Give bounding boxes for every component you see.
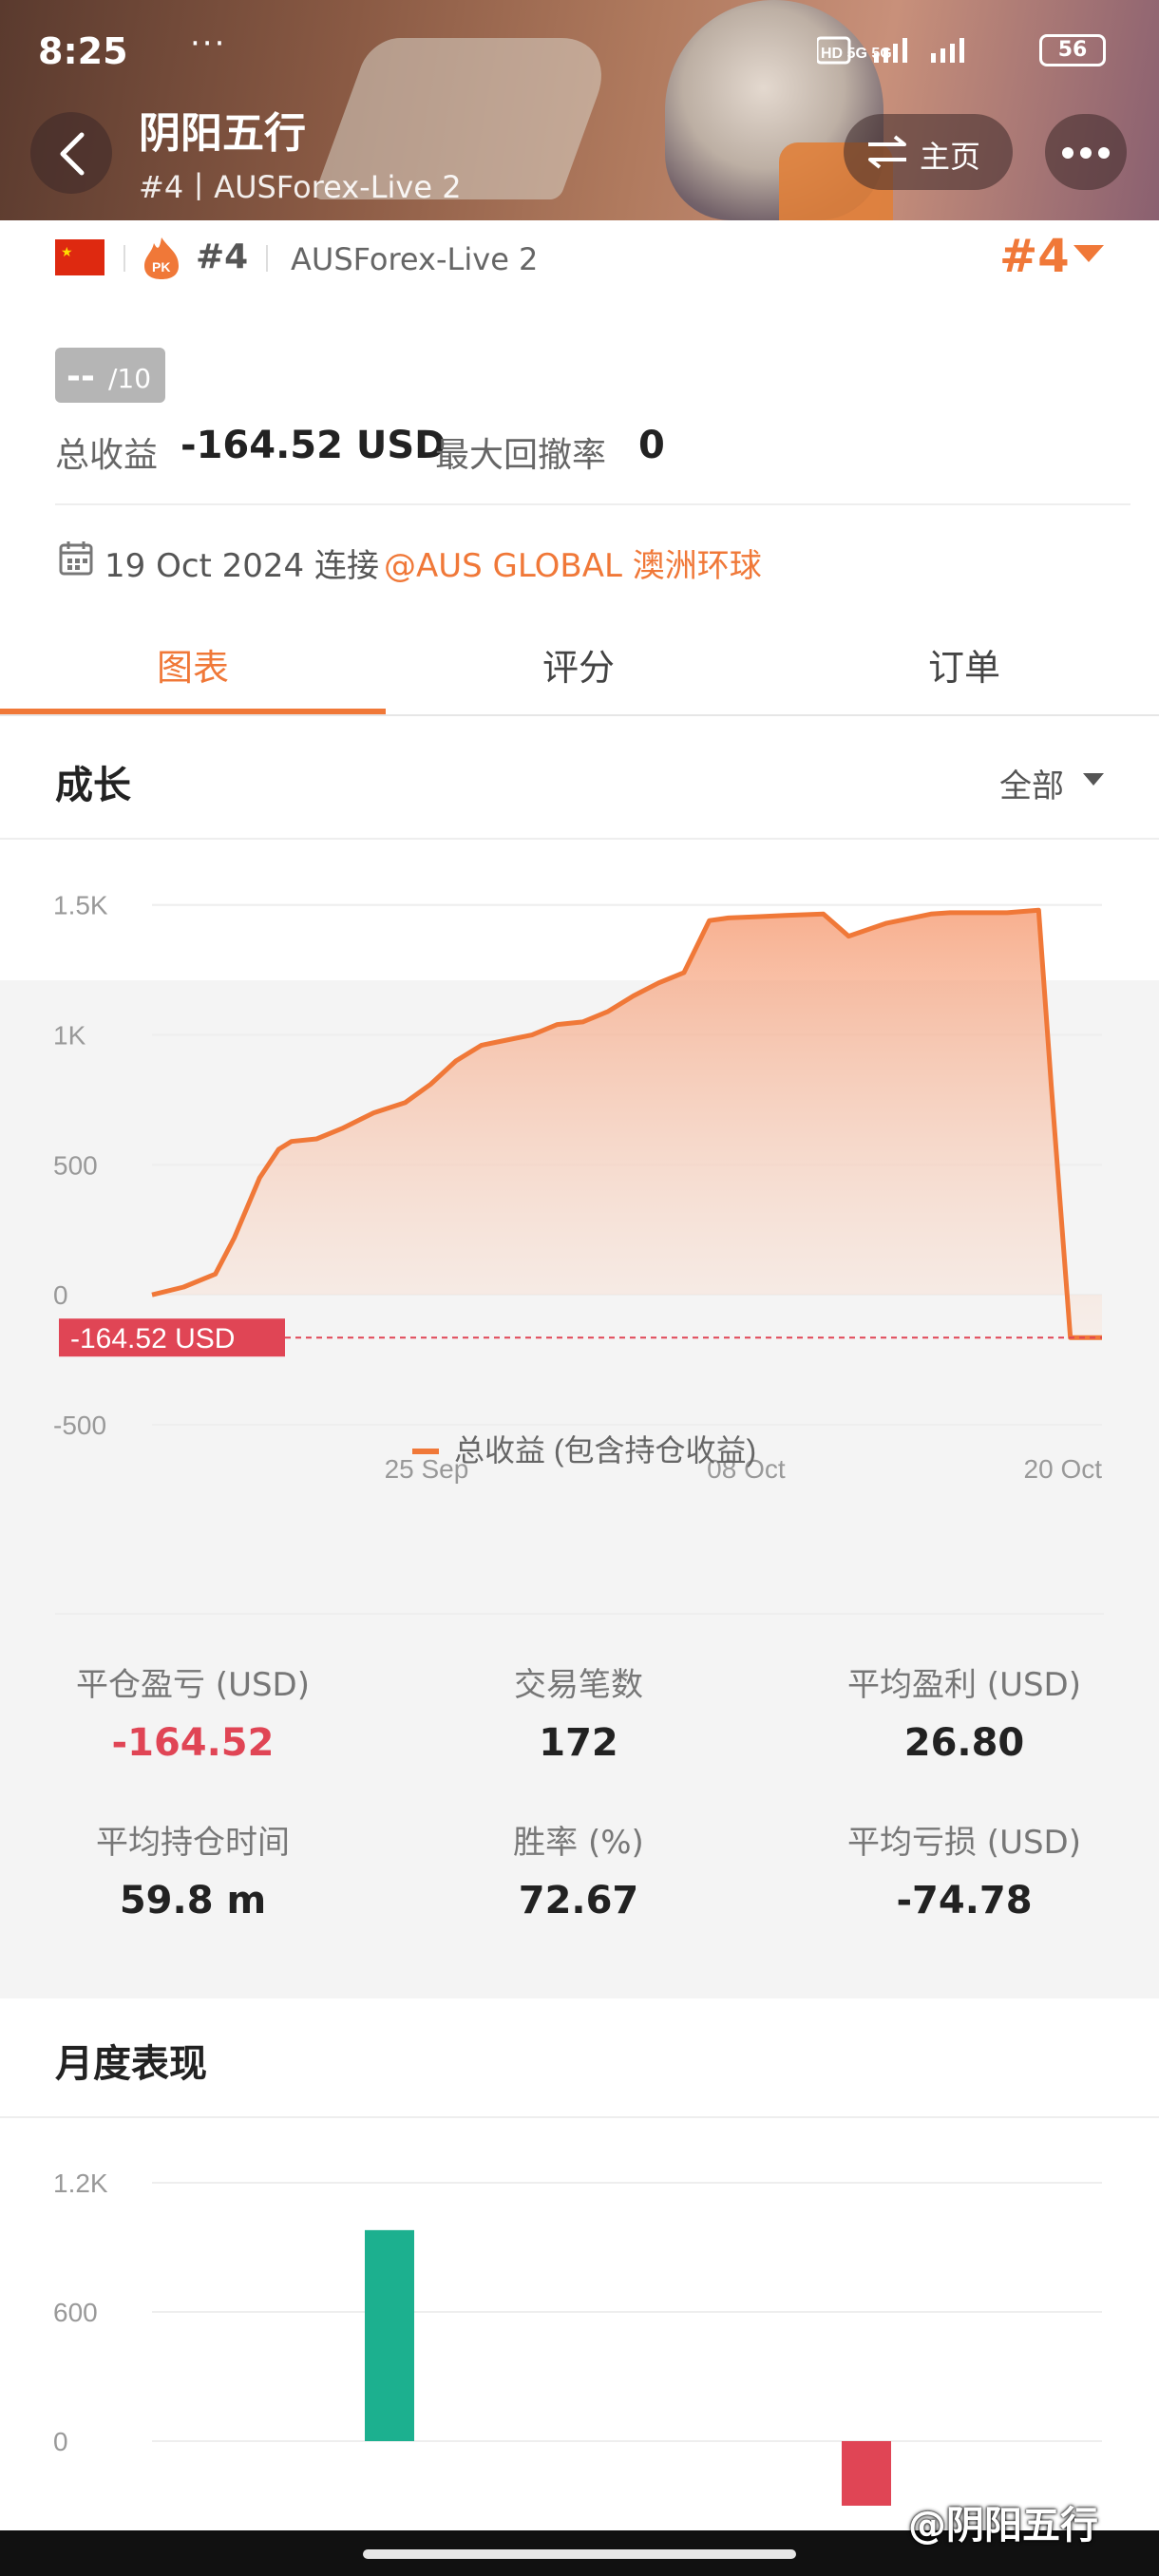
- y-tick-label: 1K: [53, 1021, 86, 1051]
- tab-orders[interactable]: 订单: [771, 638, 1157, 691]
- y-tick-label: 0: [53, 2427, 68, 2456]
- broker-link[interactable]: @AUS GLOBAL 澳洲环球: [384, 540, 762, 586]
- y-tick-label: 500: [53, 1150, 98, 1180]
- header-bar: 8:25 ··· HD 5G 5G 56 阴阳五行 #4丨AUSForex-Li…: [0, 0, 1159, 220]
- calendar-icon: [59, 541, 93, 576]
- stat-label: 平均亏损 (USD): [847, 1824, 1081, 1862]
- divider: [0, 838, 1159, 840]
- svg-text:PK: PK: [152, 259, 170, 275]
- rank-dropdown[interactable]: #4: [999, 230, 1070, 283]
- bar: [365, 2229, 414, 2441]
- divider: [266, 245, 268, 272]
- server-name: AUSForex-Live 2: [291, 241, 539, 277]
- divider: [55, 503, 1130, 505]
- divider: [0, 2116, 1159, 2118]
- rank-label: #4: [196, 237, 249, 276]
- bar: [842, 2441, 891, 2506]
- watermark: @阴阳五行: [908, 2504, 1098, 2548]
- y-tick-label: 1.2K: [53, 2169, 108, 2198]
- monthly-chart: 1.2K 600 0: [53, 2169, 1102, 2506]
- monthly-title: 月度表现: [55, 2042, 207, 2086]
- signal-icon: HD 5G 5G: [815, 36, 964, 65]
- status-time: 8:25: [38, 30, 128, 72]
- hd-label: HD 5G 5G: [821, 46, 892, 62]
- growth-title: 成长: [55, 764, 131, 807]
- y-tick-label: -500: [53, 1411, 106, 1440]
- home-button-label: 主页: [920, 139, 981, 175]
- avg-loss-value: -74.78: [896, 1879, 1033, 1923]
- divider: [124, 245, 125, 272]
- home-gesture-pill[interactable]: [363, 2549, 796, 2559]
- current-value-label: -164.52 USD: [70, 1323, 235, 1354]
- china-flag-icon: ★: [55, 239, 104, 275]
- stat-label: 交易笔数: [514, 1666, 643, 1704]
- range-filter[interactable]: 全部: [999, 760, 1064, 806]
- max-drawdown-value: 0: [638, 424, 665, 467]
- avg-hold-time-value: 59.8 m: [119, 1879, 267, 1923]
- home-button[interactable]: 主页: [844, 114, 1013, 190]
- more-dot: [1062, 147, 1074, 159]
- stat-label: 平均盈利 (USD): [847, 1666, 1081, 1704]
- back-button[interactable]: [30, 112, 112, 194]
- divider: [55, 1613, 1104, 1615]
- score-total: /10: [108, 363, 152, 394]
- connect-date: 19 Oct 2024 连接: [104, 547, 379, 585]
- stat-label: 胜率 (%): [513, 1824, 644, 1862]
- score-badge: -- /10: [55, 348, 165, 403]
- page-title: 阴阳五行: [139, 109, 306, 158]
- win-rate-value: 72.67: [518, 1879, 639, 1923]
- caret-down-icon[interactable]: [1074, 245, 1104, 262]
- status-dots: ···: [190, 25, 227, 63]
- tab-chart[interactable]: 图表: [0, 638, 386, 691]
- legend-label: 总收益 (包含持仓收益): [454, 1433, 756, 1468]
- y-tick-label: 600: [53, 2298, 98, 2327]
- more-dot: [1098, 147, 1110, 159]
- avg-profit-value: 26.80: [903, 1721, 1025, 1765]
- total-profit-label: 总收益: [55, 436, 159, 475]
- more-dot: [1080, 147, 1092, 159]
- stat-label: 平仓盈亏 (USD): [76, 1666, 310, 1704]
- screen: 8:25 ··· HD 5G 5G 56 阴阳五行 #4丨AUSForex-Li…: [0, 0, 1159, 2576]
- swap-icon: [868, 135, 906, 169]
- trade-count-value: 172: [539, 1721, 618, 1765]
- pk-flame-icon: PK: [144, 237, 179, 279]
- y-tick-label: 0: [53, 1280, 68, 1310]
- total-profit-value: -164.52 USD: [180, 424, 446, 467]
- caret-down-icon[interactable]: [1083, 773, 1104, 786]
- more-button[interactable]: [1045, 114, 1127, 190]
- y-tick-label: 1.5K: [53, 891, 108, 920]
- score-value: --: [66, 357, 95, 396]
- divider: [0, 714, 1159, 716]
- growth-chart: 1.5K1K5000-50025 Sep 08 Oct 20 Oct-164.52 …: [53, 891, 1103, 1484]
- chevron-left-icon: [60, 132, 85, 176]
- stat-label: 平均持仓时间: [96, 1824, 290, 1862]
- closed-pnl-value: -164.52: [111, 1721, 275, 1765]
- page-subtitle: #4丨AUSForex-Live 2: [139, 169, 462, 205]
- battery-indicator: 56: [1039, 34, 1106, 66]
- max-drawdown-label: 最大回撤率: [435, 436, 607, 475]
- series-area: [152, 910, 1102, 1338]
- x-tick-label: 20 Oct: [1024, 1454, 1103, 1484]
- tab-rating[interactable]: 评分: [386, 638, 771, 691]
- signal-indicators: HD 5G 5G: [815, 32, 1026, 76]
